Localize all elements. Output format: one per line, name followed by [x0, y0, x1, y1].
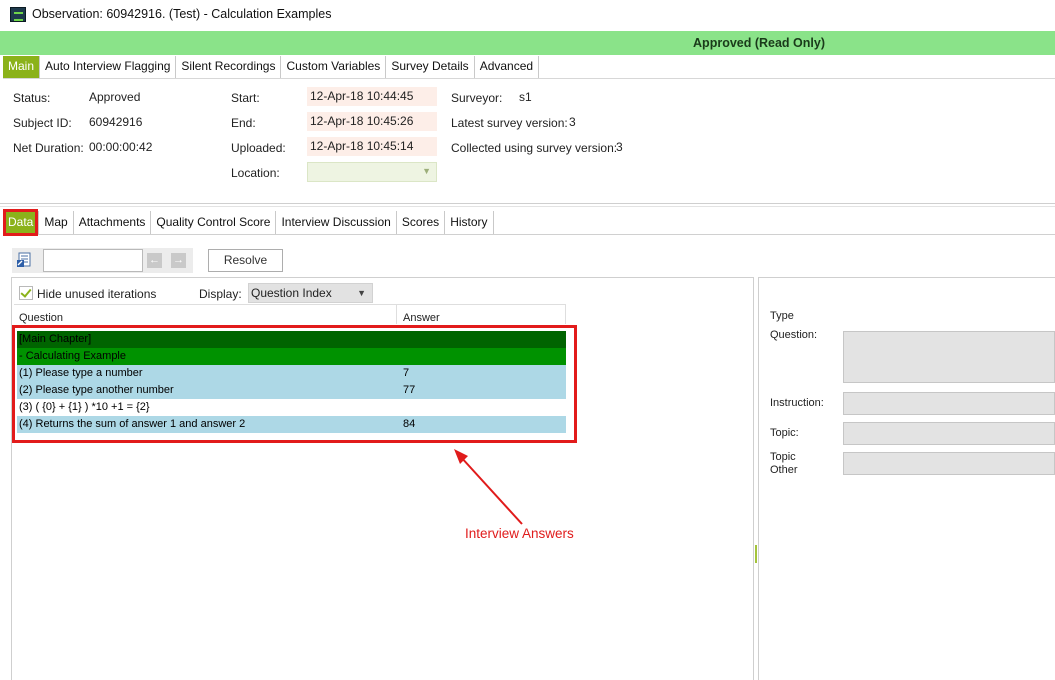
app-icon [10, 7, 26, 22]
surveyor-value: s1 [519, 90, 532, 104]
net-duration-value: 00:00:00:42 [89, 140, 153, 154]
tab-main[interactable]: Main [3, 56, 41, 78]
tab-scores[interactable]: Scores [396, 211, 446, 234]
annotation-label: Interview Answers [465, 526, 574, 541]
location-label: Location: [231, 166, 280, 180]
arrow-right-icon[interactable]: → [171, 253, 186, 268]
table-row[interactable]: (2) Please type another number 77 [17, 382, 566, 399]
tab-quality-control-score[interactable]: Quality Control Score [151, 211, 277, 234]
section-divider-inner [0, 206, 1055, 207]
data-tab-strip: Data Map Attachments Quality Control Sco… [3, 211, 494, 234]
display-select-value: Question Index [251, 286, 332, 300]
annotation-arrow [454, 449, 523, 525]
uploaded-value: 12-Apr-18 10:45:14 [307, 137, 437, 156]
grid-column-divider [396, 304, 397, 324]
question-cell: [Main Chapter] [19, 333, 92, 345]
title-bar: Observation: 60942916. (Test) - Calculat… [0, 0, 1055, 30]
chevron-down-icon: ▼ [357, 288, 366, 298]
tab-map[interactable]: Map [39, 211, 74, 234]
data-toolbar: ← → [12, 248, 193, 273]
table-row[interactable]: (1) Please type a number 7 [17, 365, 566, 382]
display-label: Display: [199, 287, 242, 301]
tab-strip-divider [3, 78, 1055, 79]
window-title: Observation: 60942916. (Test) - Calculat… [32, 7, 332, 21]
answer-cell: 7 [403, 367, 410, 379]
search-input[interactable] [43, 249, 143, 272]
tab-advanced[interactable]: Advanced [474, 56, 540, 78]
question-cell: (4) Returns the sum of answer 1 and answ… [19, 418, 246, 430]
topic-field [843, 422, 1055, 445]
collected-survey-version-label: Collected using survey version: [451, 141, 618, 155]
question-label: Question: [770, 329, 818, 341]
uploaded-label: Uploaded: [231, 141, 286, 155]
latest-survey-version-value: 3 [569, 115, 576, 129]
end-value: 12-Apr-18 10:45:26 [307, 112, 437, 131]
table-row[interactable]: [Main Chapter] [17, 331, 566, 348]
end-label: End: [231, 116, 256, 130]
tab-history[interactable]: History [445, 211, 494, 234]
display-select[interactable]: Question Index ▼ [248, 283, 373, 303]
data-tab-divider [3, 234, 1055, 235]
latest-survey-version-label: Latest survey version: [451, 116, 568, 130]
answer-cell: 84 [403, 418, 416, 430]
subject-id-label: Subject ID: [13, 116, 72, 130]
tab-custom-variables[interactable]: Custom Variables [281, 56, 387, 78]
hide-unused-iterations-label: Hide unused iterations [37, 287, 157, 301]
start-label: Start: [231, 91, 260, 105]
surveyor-label: Surveyor: [451, 91, 503, 105]
topic-other-field [843, 452, 1055, 475]
column-header-answer[interactable]: Answer [403, 312, 440, 324]
grid-right-edge [565, 304, 566, 324]
instruction-label: Instruction: [770, 397, 824, 409]
location-dropdown[interactable]: ▼ [307, 162, 437, 182]
question-cell: (2) Please type another number [19, 384, 174, 396]
topic-other-label-line1: Topic [770, 451, 796, 463]
table-row[interactable]: (4) Returns the sum of answer 1 and answ… [17, 416, 566, 433]
status-banner-text: Approved (Read Only) [693, 36, 825, 50]
net-duration-label: Net Duration: [13, 141, 84, 155]
panel-splitter[interactable] [755, 545, 757, 563]
tab-interview-discussion[interactable]: Interview Discussion [276, 211, 397, 234]
section-divider [0, 203, 1055, 204]
table-row[interactable]: (3) ( {0} + {1} ) *10 +1 = {2} [17, 399, 566, 416]
table-row[interactable]: - Calculating Example [17, 348, 566, 365]
subject-id-value: 60942916 [89, 115, 143, 129]
tab-silent-recordings[interactable]: Silent Recordings [176, 56, 282, 78]
arrow-left-icon[interactable]: ← [147, 253, 162, 268]
instruction-field [843, 392, 1055, 415]
tab-survey-details[interactable]: Survey Details [386, 56, 475, 78]
tab-attachments[interactable]: Attachments [73, 211, 152, 234]
column-header-question[interactable]: Question [19, 312, 63, 324]
tab-data[interactable]: Data [3, 211, 40, 234]
question-cell: (1) Please type a number [19, 367, 143, 379]
grid-header-divider [14, 304, 566, 305]
chevron-down-icon: ▼ [422, 166, 431, 176]
status-banner: Approved (Read Only) [0, 31, 1055, 55]
topic-label: Topic: [770, 427, 799, 439]
question-field [843, 331, 1055, 383]
status-value: Approved [89, 90, 141, 104]
answer-cell: 77 [403, 384, 416, 396]
status-label: Status: [13, 91, 51, 105]
collected-survey-version-value: 3 [616, 140, 623, 154]
tab-auto-interview-flagging[interactable]: Auto Interview Flagging [40, 56, 177, 78]
topic-other-label-line2: Other [770, 464, 798, 476]
resolve-button[interactable]: Resolve [208, 249, 283, 272]
main-tab-strip: Main Auto Interview Flagging Silent Reco… [3, 56, 540, 78]
hide-unused-iterations-checkbox[interactable] [19, 286, 33, 300]
question-cell: (3) ( {0} + {1} ) *10 +1 = {2} [19, 401, 150, 413]
start-value: 12-Apr-18 10:44:45 [307, 87, 437, 106]
question-cell: - Calculating Example [19, 350, 126, 362]
export-icon[interactable] [16, 252, 32, 268]
type-label: Type [770, 310, 794, 322]
